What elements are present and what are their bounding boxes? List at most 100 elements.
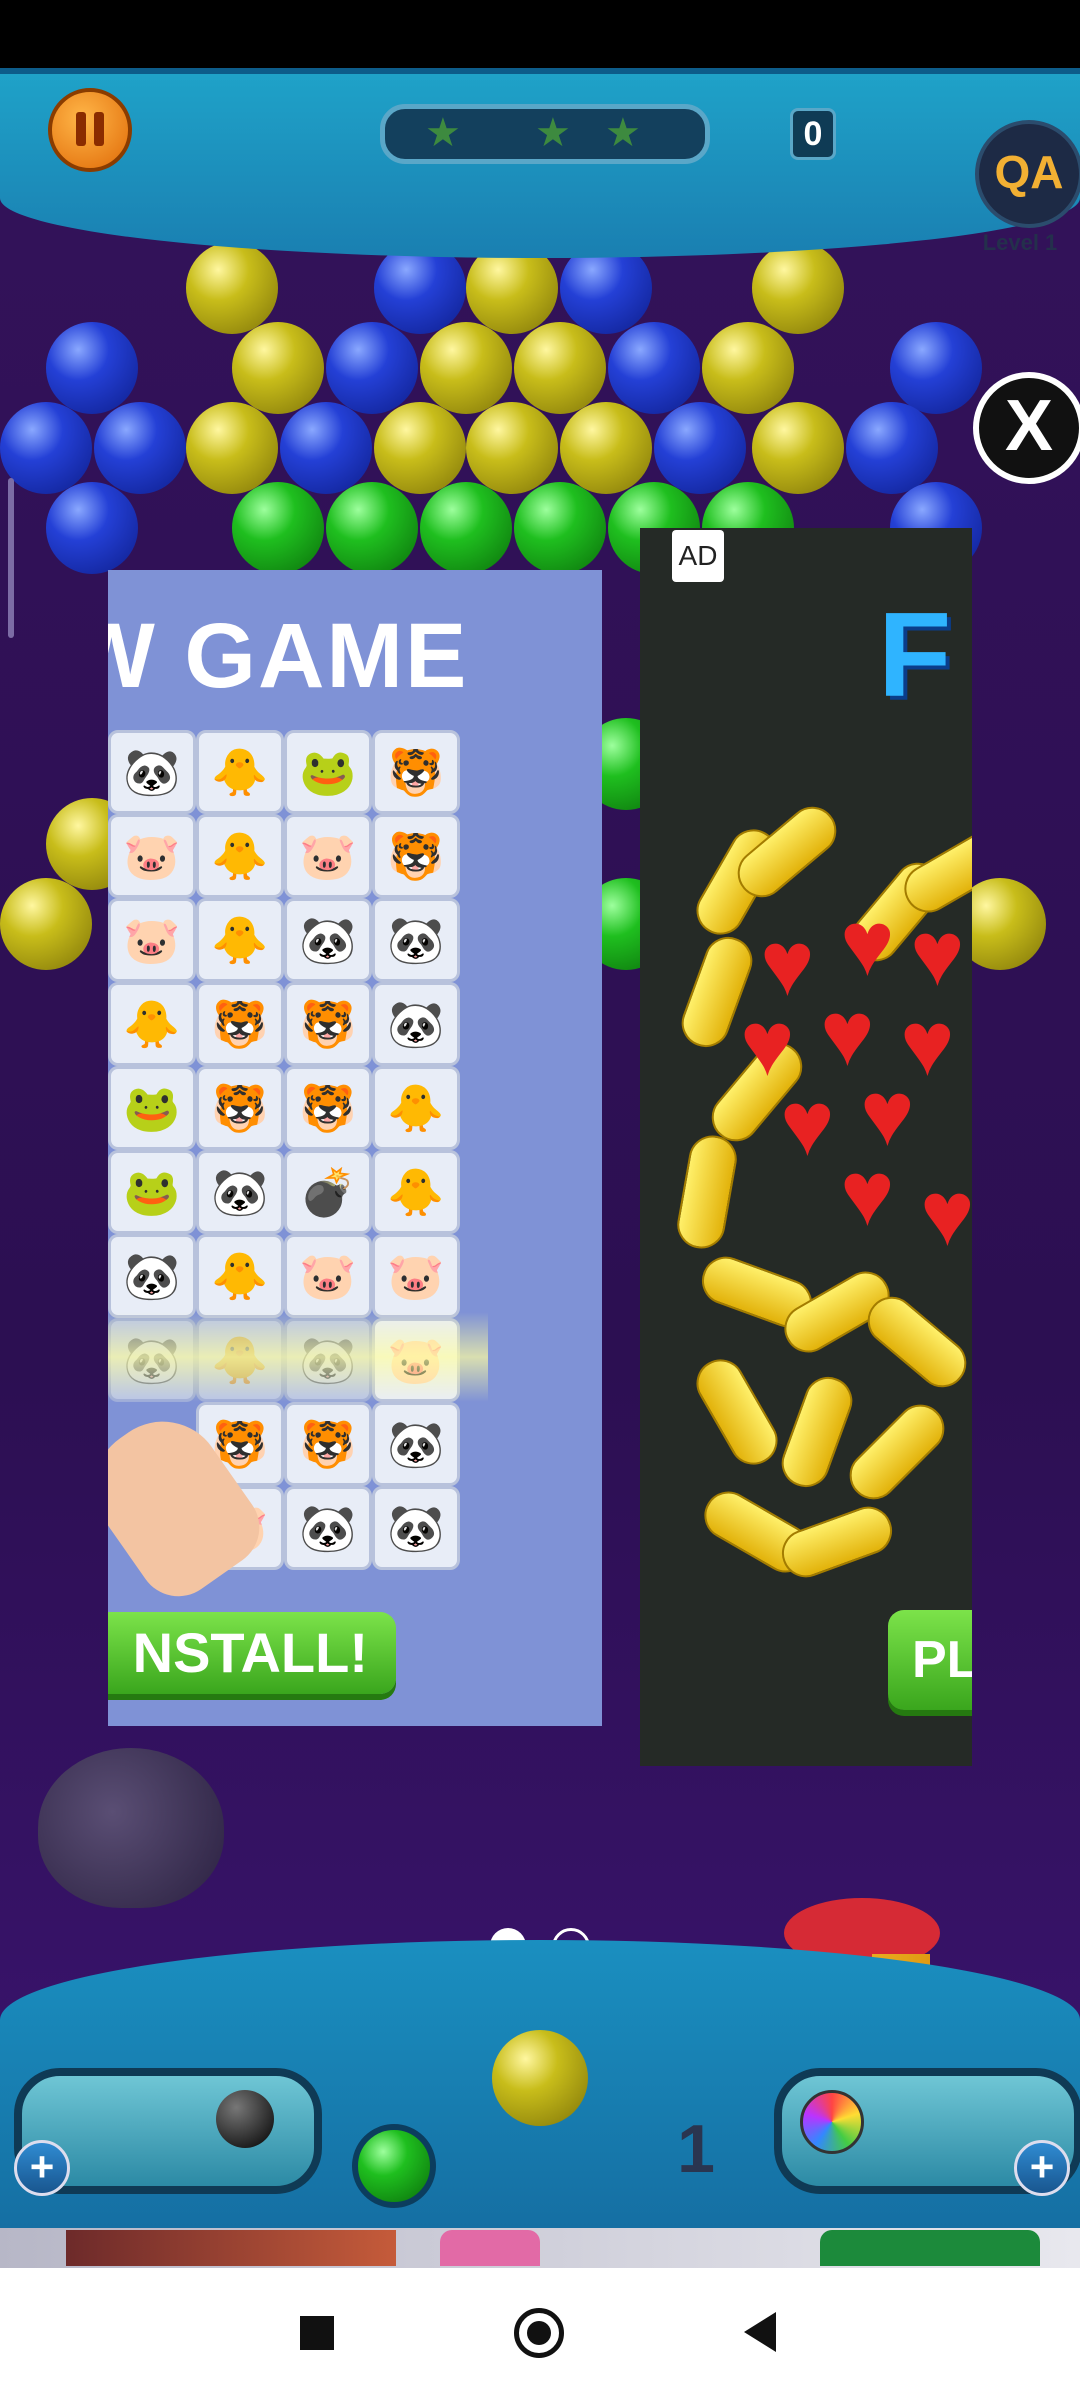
install-button[interactable]: NSTALL! xyxy=(108,1612,396,1694)
bubble-blue xyxy=(94,402,186,494)
star-icon: ★ xyxy=(605,111,641,155)
bubble-yellow xyxy=(560,402,652,494)
banana-icon xyxy=(774,1370,860,1494)
banana-icon xyxy=(687,1350,787,1474)
bubble-yellow xyxy=(752,242,844,334)
scroll-indicator xyxy=(8,478,14,638)
bubble-yellow xyxy=(702,322,794,414)
bubble-yellow xyxy=(466,402,558,494)
tiger-tile: 🐯 xyxy=(284,1066,372,1150)
ad-card-puzzle[interactable]: W GAME 🐼 🐥 🐸 🐯 🐷 🐥 🐷 🐯 🐷 🐥 🐼 🐼 🐥 🐯 🐯 🐼 🐸… xyxy=(108,570,602,1726)
chick-tile: 🐥 xyxy=(196,814,284,898)
player-avatar[interactable]: QA xyxy=(975,120,1080,228)
back-button[interactable] xyxy=(744,2312,776,2352)
tiger-tile: 🐯 xyxy=(372,814,460,898)
tiger-tile: 🐯 xyxy=(372,730,460,814)
heart-icon: ♥ xyxy=(840,893,895,995)
star-icon: ★ xyxy=(425,111,461,155)
pig-tile: 🐷 xyxy=(108,814,196,898)
level-label: Level 1 xyxy=(982,230,1058,255)
panda-tile: 🐼 xyxy=(196,1150,284,1234)
bubble-yellow xyxy=(420,322,512,414)
bubble-yellow xyxy=(752,402,844,494)
panda-tile: 🐼 xyxy=(284,1486,372,1570)
pause-icon xyxy=(76,112,86,146)
rainbow-ball-icon xyxy=(800,2090,864,2154)
tiger-tile: 🐯 xyxy=(196,982,284,1066)
banana-icon xyxy=(775,1499,899,1585)
ad-card-title: F xyxy=(878,588,952,722)
next-bubble-count: 1 xyxy=(677,2111,715,2187)
banana-icon xyxy=(673,1131,741,1253)
bubble-blue xyxy=(890,322,982,414)
banner-thumbnail xyxy=(440,2230,540,2266)
bubble-green xyxy=(514,482,606,574)
frog-tile: 🐸 xyxy=(284,730,372,814)
chick-tile: 🐥 xyxy=(372,1150,460,1234)
pig-tile: 🐷 xyxy=(284,814,372,898)
chick-tile: 🐥 xyxy=(196,730,284,814)
add-rainbow-button[interactable]: + xyxy=(1014,2140,1070,2196)
ad-card-fruit[interactable]: F ♥ ♥ ♥ ♥ ♥ ♥ ♥ ♥ ♥ ♥ PL xyxy=(640,528,972,1766)
match-highlight xyxy=(108,1312,488,1402)
bubble-yellow xyxy=(232,322,324,414)
chick-tile: 🐥 xyxy=(196,898,284,982)
star-icon: ★ xyxy=(535,111,571,155)
panda-tile: 🐼 xyxy=(108,730,196,814)
next-bubble[interactable] xyxy=(352,2124,436,2208)
bubble-blue xyxy=(280,402,372,494)
banana-icon xyxy=(857,1286,972,1398)
bubble-green xyxy=(420,482,512,574)
heart-icon: ♥ xyxy=(780,1073,835,1175)
bubble-blue xyxy=(654,402,746,494)
bubble-yellow xyxy=(186,242,278,334)
bubble-blue xyxy=(326,322,418,414)
recent-apps-button[interactable] xyxy=(300,2316,334,2350)
ad-card-title: W GAME xyxy=(108,605,469,707)
bubble-blue xyxy=(608,322,700,414)
pig-tile: 🐷 xyxy=(372,1234,460,1318)
panda-tile: 🐼 xyxy=(372,982,460,1066)
bubble-green xyxy=(232,482,324,574)
tiger-tile: 🐯 xyxy=(284,982,372,1066)
frog-tile: 🐸 xyxy=(108,1066,196,1150)
cauldron-icon[interactable] xyxy=(38,1748,224,1908)
panda-tile: 🐼 xyxy=(372,898,460,982)
bubble-green xyxy=(326,482,418,574)
bottom-banner-ad[interactable] xyxy=(0,2228,1080,2268)
bubble-yellow xyxy=(186,402,278,494)
pig-tile: 🐷 xyxy=(284,1234,372,1318)
add-bomb-button[interactable]: + xyxy=(14,2140,70,2196)
heart-icon: ♥ xyxy=(840,1143,895,1245)
bubble-blue xyxy=(46,482,138,574)
chick-tile: 🐥 xyxy=(196,1234,284,1318)
bubble-yellow xyxy=(0,878,92,970)
heart-icon: ♥ xyxy=(920,1163,972,1265)
bomb-icon xyxy=(216,2090,274,2148)
score-counter: 0 xyxy=(790,108,836,160)
banner-thumbnail xyxy=(820,2230,1040,2266)
tiger-tile: 🐯 xyxy=(196,1066,284,1150)
top-hud: ★ ★ ★ 0 xyxy=(0,68,1080,258)
banana-icon xyxy=(839,1394,955,1510)
tiger-tile: 🐯 xyxy=(284,1402,372,1486)
bubble-yellow xyxy=(514,322,606,414)
panda-tile: 🐼 xyxy=(284,898,372,982)
bomb-tile: 💣 xyxy=(284,1150,372,1234)
panda-tile: 🐼 xyxy=(372,1402,460,1486)
panda-tile: 🐼 xyxy=(108,1234,196,1318)
pause-button[interactable] xyxy=(48,88,132,172)
bubble-blue xyxy=(46,322,138,414)
shooter-bubble[interactable] xyxy=(492,2030,588,2126)
home-button[interactable] xyxy=(514,2308,564,2358)
frog-tile: 🐸 xyxy=(108,1150,196,1234)
bubble-yellow xyxy=(374,402,466,494)
star-progress-bar: ★ ★ ★ xyxy=(380,104,710,164)
close-ad-button[interactable]: X xyxy=(973,372,1080,484)
heart-icon: ♥ xyxy=(910,903,965,1005)
bubble-blue xyxy=(846,402,938,494)
ad-badge: AD xyxy=(672,530,724,582)
banner-thumbnail xyxy=(66,2230,396,2266)
chick-tile: 🐥 xyxy=(108,982,196,1066)
play-button[interactable]: PL xyxy=(888,1610,972,1710)
